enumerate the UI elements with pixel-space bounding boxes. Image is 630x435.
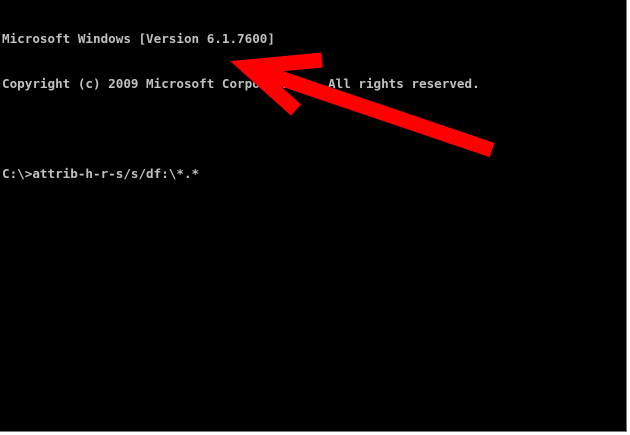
console-line-copyright: Copyright (c) 2009 Microsoft Corporation… <box>2 76 480 91</box>
console-command-text: C:\>attrib-h-r-s/s/df:\*.* <box>2 166 200 181</box>
command-prompt-window: Microsoft Windows [Version 6.1.7600] Cop… <box>0 0 627 432</box>
console-line-blank <box>2 121 624 136</box>
console-line-version: Microsoft Windows [Version 6.1.7600] <box>2 31 275 46</box>
console-command-line: C:\>attrib-h-r-s/s/df:\*.* <box>2 166 624 181</box>
console-output[interactable]: Microsoft Windows [Version 6.1.7600] Cop… <box>2 1 624 429</box>
